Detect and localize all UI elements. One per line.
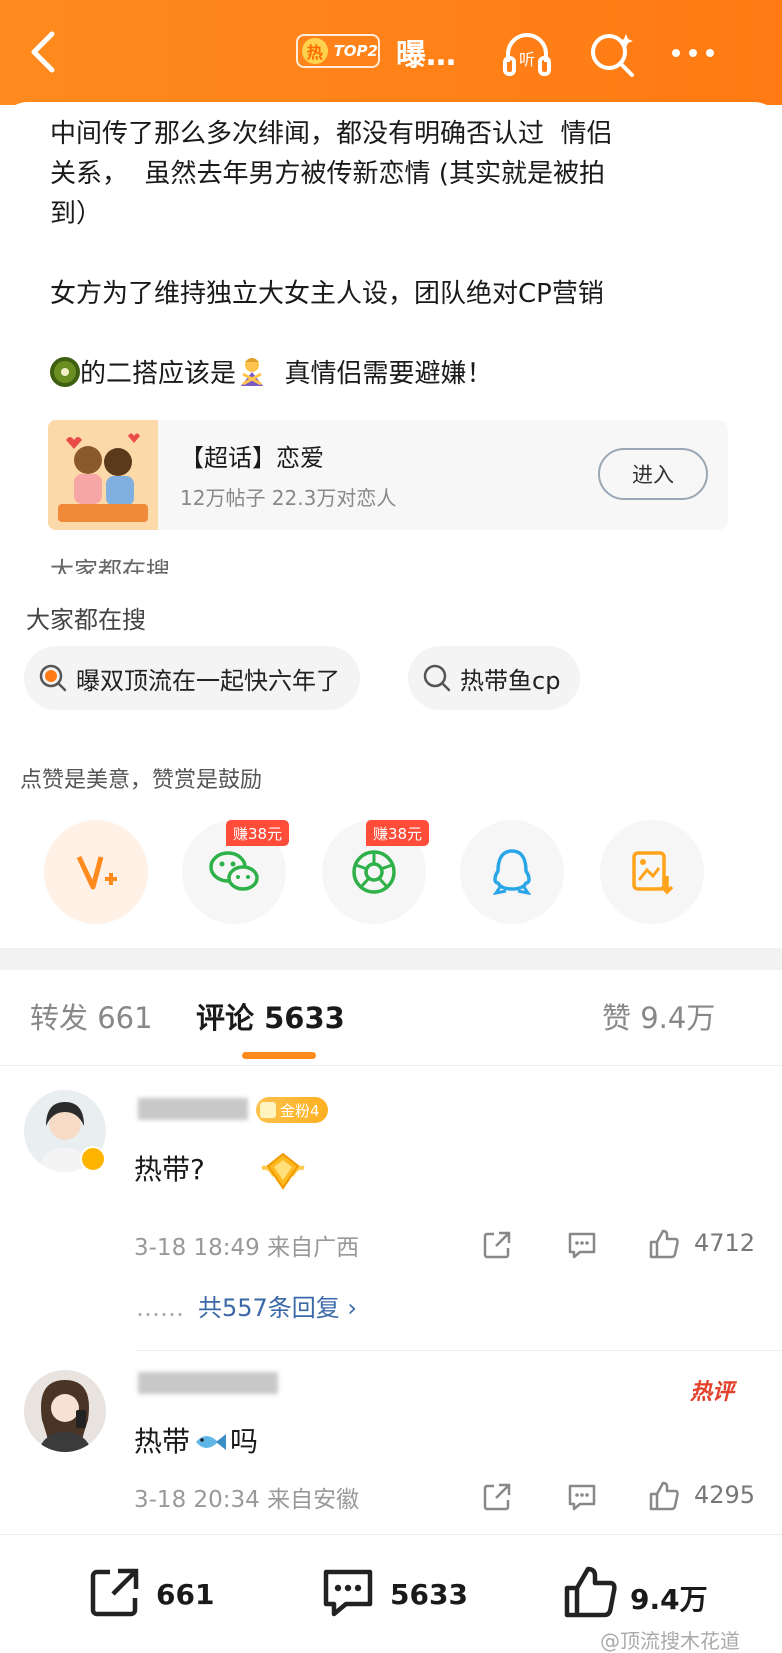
- enter-topic-button[interactable]: 进入: [598, 448, 708, 500]
- kiwi-emoji-icon: [50, 357, 80, 387]
- back-icon[interactable]: [24, 28, 64, 76]
- hot-rank-badge[interactable]: 热 TOP2: [296, 34, 380, 68]
- post-line: 的二搭应该是 真情侣需要避嫌！: [50, 354, 730, 394]
- comment-meta: 3-18 18:49 来自广西: [134, 1235, 360, 1261]
- verified-icon: [80, 1146, 106, 1172]
- repost-icon[interactable]: [482, 1230, 512, 1260]
- super-topic-card[interactable]: 【超话】恋爱 12万帖子 22.3万对恋人 进入: [48, 420, 728, 530]
- earn-tag: 赚38元: [226, 820, 290, 846]
- truncated-text: 大家都在搜: [50, 557, 170, 574]
- like-icon[interactable]: [562, 1564, 618, 1620]
- post-line: 关系， 虽然去年男方被传新恋情 (其实就是被拍: [50, 159, 605, 189]
- comment-text-part: 吗: [230, 1425, 259, 1458]
- vip-reward-button[interactable]: [44, 820, 148, 924]
- search-chip-label: 曝双顶流在一起快六年了: [76, 666, 340, 695]
- search-chip-1[interactable]: 曝双顶流在一起快六年了: [24, 646, 360, 710]
- qq-icon: [492, 849, 532, 896]
- more-icon[interactable]: [666, 28, 720, 82]
- reply-icon[interactable]: [566, 1482, 598, 1512]
- crown-icon: [260, 1102, 276, 1118]
- gesturing-no-emoji-icon: [241, 358, 264, 386]
- avatar[interactable]: [24, 1370, 106, 1452]
- fan-level-badge: 金粉4: [256, 1097, 328, 1123]
- post-line: 到）: [50, 199, 103, 229]
- wechat-icon: [209, 851, 259, 891]
- search-chip-2[interactable]: 热带鱼cp: [408, 646, 581, 710]
- comment-text: 热带 吗: [134, 1420, 258, 1460]
- post-line: 女方为了维持独立大女主人设，团队绝对CP营销: [50, 279, 604, 309]
- gold-badge-icon: [261, 1152, 305, 1190]
- tab-like[interactable]: 赞 9.4万: [602, 995, 715, 1037]
- comment-divider: [136, 1350, 782, 1351]
- hot-comment-tag: 热评: [690, 1380, 735, 1405]
- listen-icon[interactable]: 听: [500, 28, 554, 82]
- topic-cover-image: [48, 420, 158, 530]
- rank-label: TOP2: [333, 42, 378, 60]
- post-line-part: 的二搭应该是: [80, 359, 237, 389]
- comment-text-part: 热带: [134, 1425, 191, 1458]
- like-count: 4712: [694, 1229, 756, 1257]
- like-count: 4295: [694, 1481, 756, 1509]
- like-icon[interactable]: [648, 1228, 680, 1260]
- active-tab-indicator: [242, 1052, 316, 1059]
- hot-icon: 热: [302, 38, 328, 64]
- tab-divider: [0, 1065, 782, 1066]
- comment-meta: 3-18 20:34 来自安徽: [134, 1487, 360, 1513]
- search-chip-label: 热带鱼cp: [460, 666, 561, 695]
- post-line: 中间传了那么多次绯闻，都没有明确否认过 情侣: [50, 119, 613, 149]
- moments-icon: [352, 850, 396, 894]
- fan-level-label: 金粉4: [280, 1101, 320, 1120]
- reward-note: 点赞是美意，赞赏是鼓励: [20, 768, 263, 793]
- watermark: @顶流搜木花道: [600, 1629, 740, 1653]
- fish-emoji-icon: [196, 1434, 227, 1450]
- section-divider: [0, 948, 782, 970]
- post-body: 中间传了那么多次绯闻，都没有明确否认过 情侣 关系， 虽然去年男方被传新恋情 (其…: [50, 114, 730, 394]
- listen-label: 听: [519, 50, 535, 69]
- repost-icon[interactable]: [482, 1482, 512, 1512]
- repost-icon[interactable]: [88, 1566, 142, 1620]
- save-image-button[interactable]: [600, 820, 704, 924]
- replies-count-label: 共557条回复 ›: [198, 1294, 358, 1322]
- save-image-icon: [632, 851, 674, 895]
- username-redacted: [138, 1098, 248, 1120]
- topic-name: 【超话】恋爱: [180, 444, 324, 472]
- like-count: 9.4万: [630, 1583, 708, 1616]
- reply-dots: ……: [136, 1294, 184, 1322]
- page-title[interactable]: 曝…: [396, 30, 456, 74]
- earn-tag: 赚38元: [366, 820, 430, 846]
- comment-text: 热带?: [134, 1153, 205, 1186]
- view-replies-link[interactable]: …… 共557条回复 ›: [136, 1288, 357, 1323]
- search-section-title: 大家都在搜: [26, 606, 146, 634]
- comment-count: 5633: [390, 1578, 468, 1611]
- topic-stats: 12万帖子 22.3万对恋人: [180, 486, 397, 510]
- tab-repost[interactable]: 转发 661: [30, 995, 153, 1037]
- repost-count: 661: [156, 1578, 215, 1611]
- comment-icon[interactable]: [320, 1566, 376, 1620]
- search-icon: [423, 664, 451, 692]
- post-line-part: 真情侣需要避嫌！: [268, 359, 493, 389]
- search-icon[interactable]: [586, 28, 640, 82]
- vip-v-plus-icon: [76, 855, 117, 890]
- like-icon[interactable]: [648, 1480, 680, 1512]
- tab-comment[interactable]: 评论 5633: [196, 995, 345, 1037]
- top-header: 热 TOP2 曝… 听: [0, 0, 782, 105]
- reply-icon[interactable]: [566, 1230, 598, 1260]
- hot-search-icon: [39, 664, 67, 692]
- username-redacted: [138, 1372, 278, 1394]
- share-qq-button[interactable]: [460, 820, 564, 924]
